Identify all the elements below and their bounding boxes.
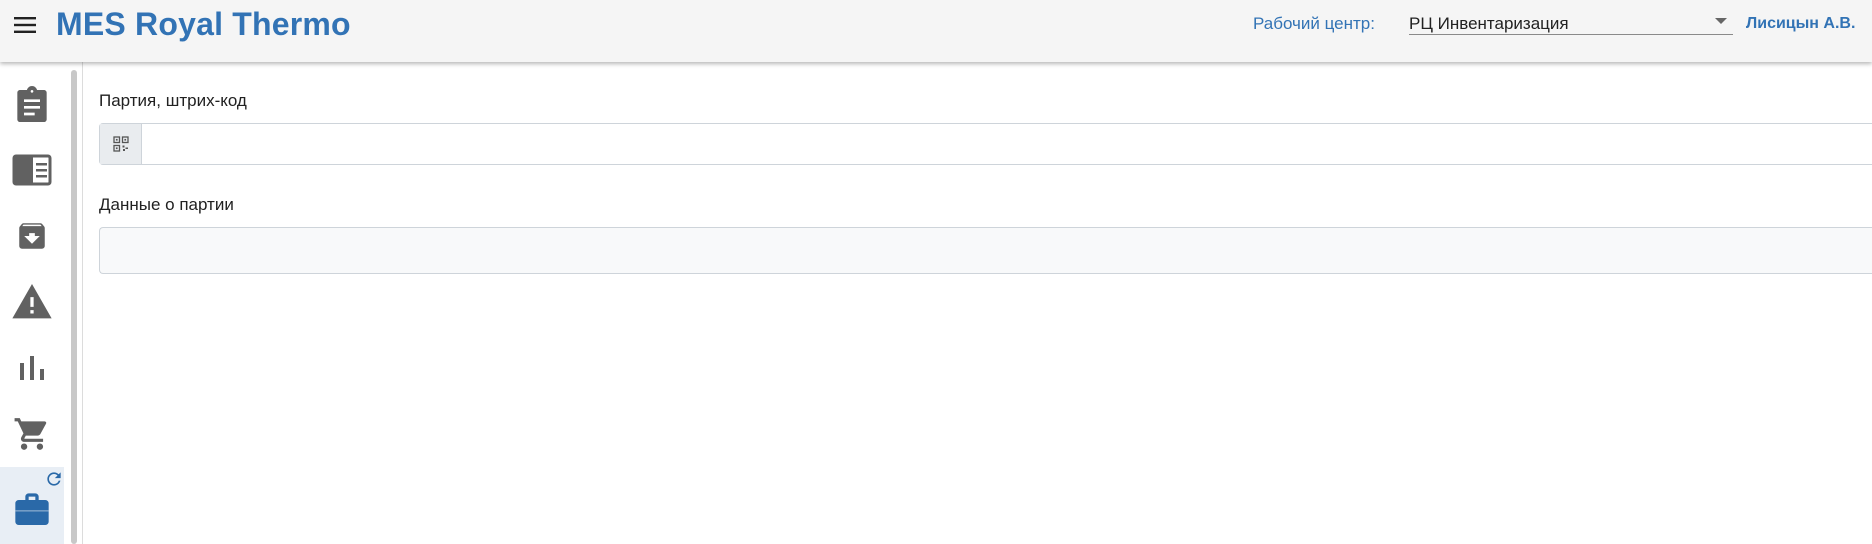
batch-info-label: Данные о партии	[99, 195, 234, 214]
sidebar-item-archive[interactable]	[0, 203, 64, 269]
warning-icon	[12, 284, 52, 319]
barcode-label: Партия, штрих-код	[99, 91, 247, 110]
user-menu[interactable]: Лисицын А.В.	[1746, 15, 1855, 33]
clipboard-icon	[17, 86, 47, 122]
app-title: MES Royal Thermo	[56, 6, 351, 42]
barcode-input-group	[99, 123, 1872, 165]
app-bar: MES Royal Thermo Рабочий центр: РЦ Инвен…	[0, 0, 1872, 62]
sidebar-scrollbar[interactable]	[71, 70, 77, 544]
work-center-value: РЦ Инвентаризация	[1409, 14, 1569, 33]
bar-chart-icon	[20, 356, 44, 380]
cart-icon	[14, 418, 47, 450]
hamburger-menu-icon	[14, 17, 36, 33]
qr-code-icon	[112, 136, 129, 152]
sidebar-item-panel[interactable]	[0, 137, 64, 203]
sidebar-item-inventory[interactable]	[0, 467, 64, 544]
briefcase-icon	[15, 492, 49, 525]
work-center-select[interactable]: РЦ Инвентаризация	[1409, 10, 1733, 35]
panel-list-icon	[12, 154, 52, 186]
sidebar-item-alerts[interactable]	[0, 269, 64, 335]
qr-scan-button[interactable]	[100, 124, 142, 164]
sidebar-item-tasks[interactable]	[0, 71, 64, 137]
archive-download-icon	[19, 223, 45, 249]
main-content: Партия, штрих-код Данные о партии	[99, 62, 1872, 544]
sidebar-item-reports[interactable]	[0, 335, 64, 401]
caret-down-icon	[1715, 18, 1727, 24]
sidebar	[0, 62, 83, 544]
batch-info-field	[99, 227, 1872, 274]
work-center-label: Рабочий центр:	[1253, 14, 1375, 33]
refresh-icon	[47, 472, 61, 486]
sidebar-item-cart[interactable]	[0, 401, 64, 467]
barcode-input[interactable]	[142, 124, 1871, 164]
menu-button[interactable]	[12, 12, 38, 38]
